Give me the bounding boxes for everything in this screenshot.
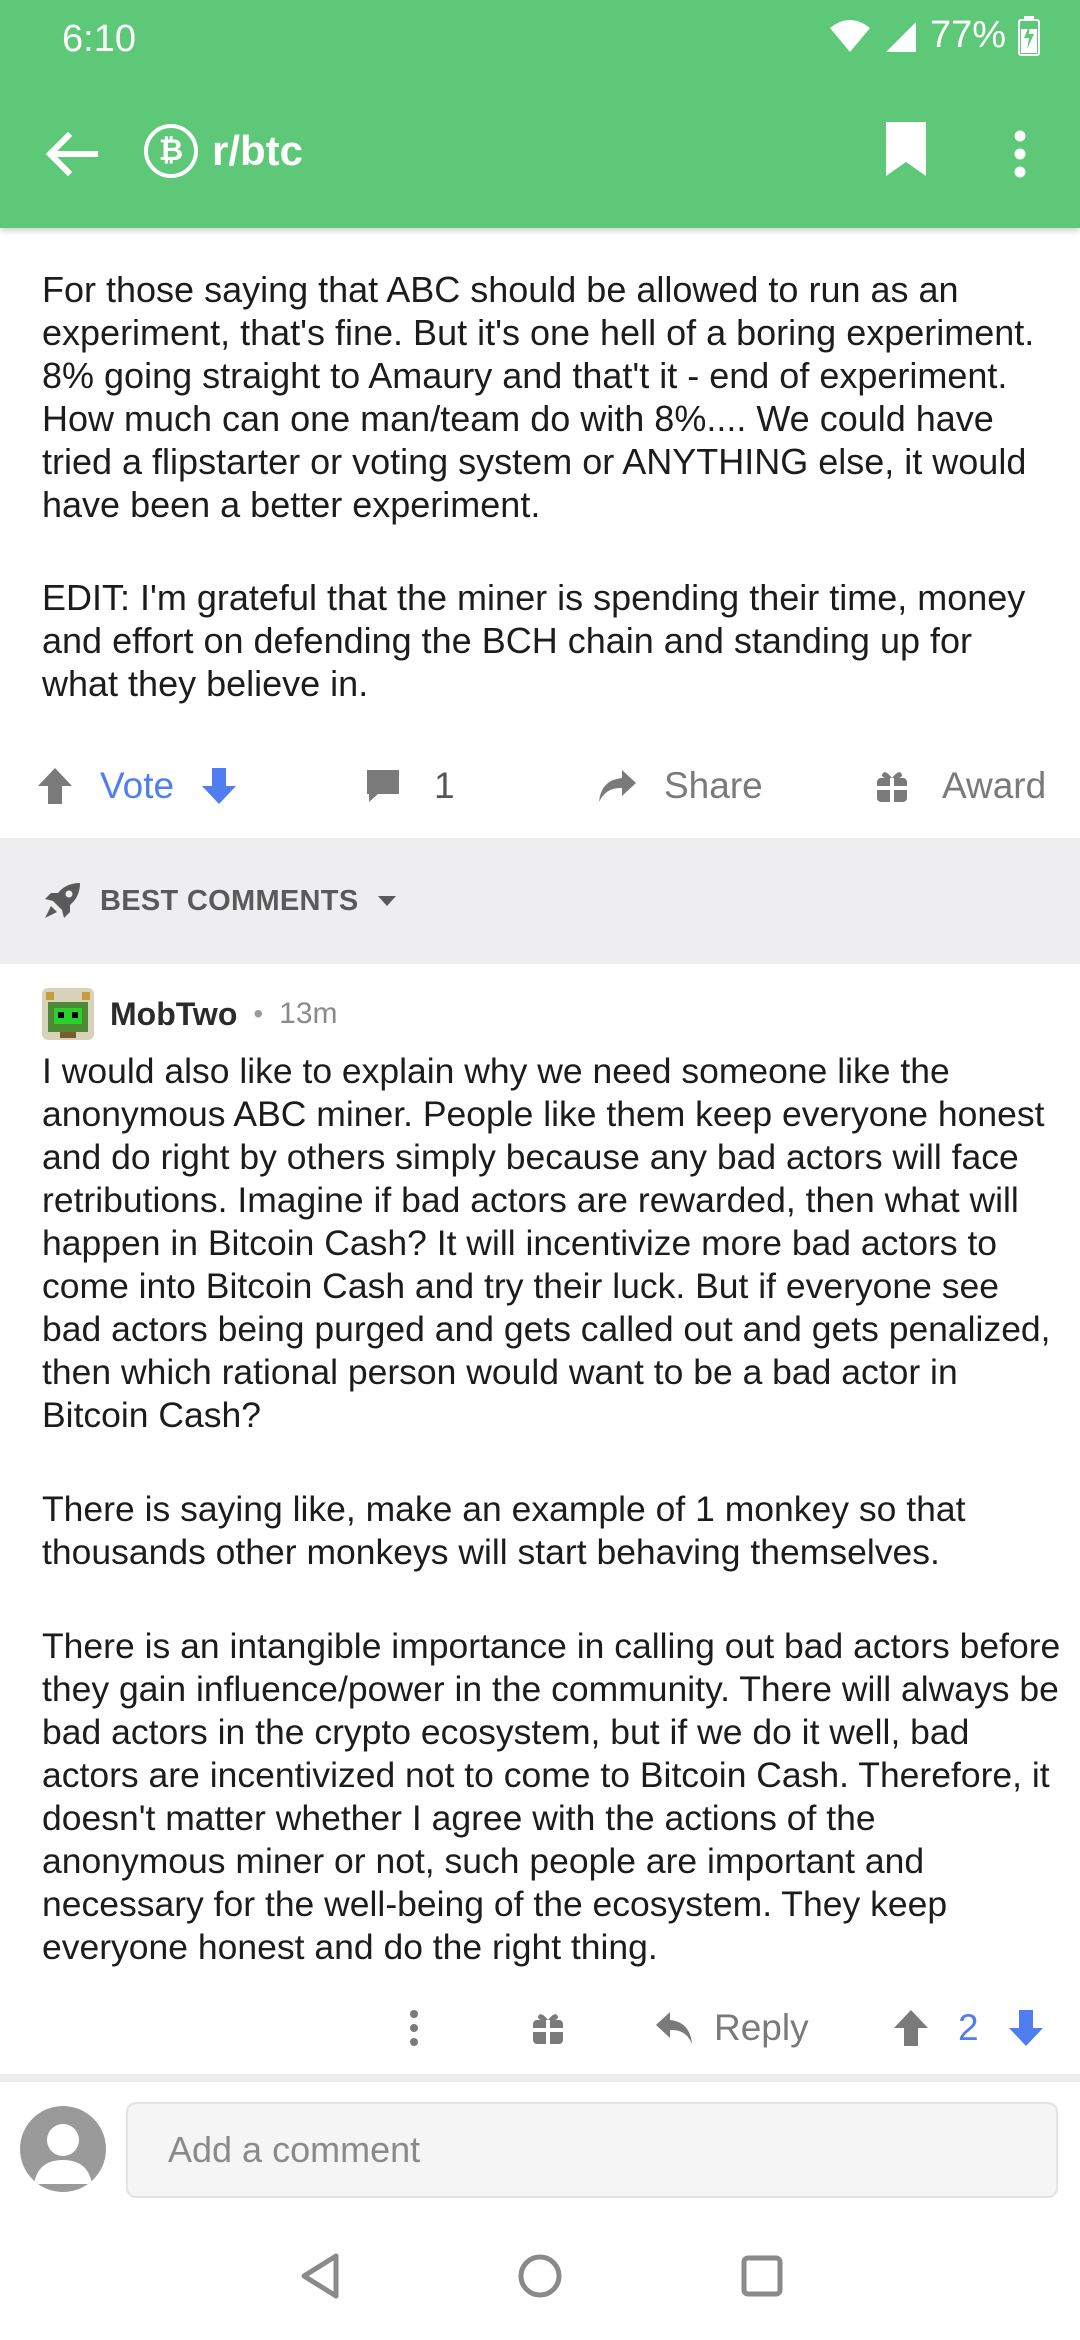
subreddit-header[interactable]: ₿ r/btc	[144, 124, 303, 178]
comment-more-button[interactable]	[408, 1983, 420, 2073]
nav-home-button[interactable]	[510, 2246, 570, 2306]
comments-count-button[interactable]: 1	[364, 748, 455, 824]
user-avatar[interactable]	[42, 988, 94, 1040]
comment-header: MobTwo • 13m	[42, 986, 338, 1042]
more-vertical-icon	[1014, 130, 1026, 178]
subreddit-name: r/btc	[212, 127, 304, 174]
square-recents-icon	[741, 2255, 783, 2297]
comment-award-button[interactable]	[530, 1983, 566, 2073]
comment-actions: Reply 2	[0, 1983, 1080, 2073]
reply-button[interactable]: Reply	[654, 1983, 809, 2073]
comments-count: 1	[434, 765, 455, 806]
rocket-icon	[45, 883, 80, 918]
comment-sort-selector[interactable]: BEST COMMENTS	[0, 838, 1080, 964]
signal-icon	[885, 21, 916, 52]
comment-composer: Add a comment	[0, 2082, 1080, 2212]
gift-icon	[877, 772, 907, 802]
gift-icon	[533, 2014, 563, 2044]
nav-back-button[interactable]	[290, 2246, 350, 2306]
share-button[interactable]: Share	[596, 748, 763, 824]
arrow-left-icon	[46, 132, 98, 176]
award-label: Award	[942, 765, 1047, 806]
comment-paragraph: There is an intangible importance in cal…	[42, 1626, 1061, 1967]
nav-recents-button[interactable]	[732, 2246, 792, 2306]
add-comment-input[interactable]: Add a comment	[126, 2102, 1058, 2198]
upvote-arrow-icon[interactable]	[36, 766, 74, 806]
comment-bubble-icon	[367, 770, 399, 802]
bitcoin-icon: ₿	[144, 124, 198, 178]
post-paragraph: For those saying that ABC should be allo…	[42, 269, 1035, 525]
upvote-arrow-icon[interactable]	[892, 2008, 930, 2048]
more-vertical-icon	[410, 2010, 418, 2046]
downvote-arrow-icon[interactable]	[200, 766, 238, 806]
downvote-arrow-icon[interactable]	[1007, 2008, 1045, 2048]
share-arrow-icon	[599, 770, 636, 802]
share-label: Share	[664, 765, 763, 806]
award-button[interactable]: Award	[874, 748, 1046, 824]
comment-paragraph: I would also like to explain why we need…	[42, 1051, 1051, 1435]
back-button[interactable]	[36, 118, 108, 190]
divider	[0, 2074, 1080, 2082]
circle-home-icon	[518, 2254, 562, 2298]
post-paragraph: EDIT: I'm grateful that the miner is spe…	[42, 577, 1026, 704]
comment-score: 2	[958, 2007, 979, 2048]
comment-username[interactable]: MobTwo	[110, 996, 237, 1033]
post-body: For those saying that ABC should be allo…	[42, 268, 1042, 755]
caret-down-icon	[378, 896, 397, 906]
current-user-avatar	[20, 2106, 106, 2192]
battery-charging-icon	[1018, 15, 1040, 56]
comment-body: I would also like to explain why we need…	[42, 1050, 1062, 2020]
avatar-image-icon	[42, 988, 94, 1040]
person-icon	[34, 2124, 92, 2184]
status-bar: 6:10 77%	[0, 0, 1080, 80]
vote-label: Vote	[100, 765, 175, 806]
comment-timestamp: 13m	[279, 997, 338, 1030]
reply-arrow-icon	[656, 2012, 692, 2044]
app-root: 6:10 77% ₿ r/btc For those saying that A…	[0, 0, 1080, 2340]
system-navigation-bar	[0, 2212, 1080, 2340]
post-actions: Vote 1 Share Award	[0, 748, 1080, 824]
wifi-icon	[829, 19, 870, 52]
add-comment-placeholder: Add a comment	[168, 2129, 421, 2170]
battery-percent: 77%	[929, 14, 1006, 56]
status-indicators: 77%	[828, 14, 1040, 57]
app-bar: ₿ r/btc	[0, 80, 1080, 228]
triangle-back-icon	[301, 2253, 339, 2299]
more-options-button[interactable]	[990, 120, 1050, 188]
vote-controls: Vote	[36, 748, 238, 824]
bookmark-button[interactable]	[882, 120, 942, 188]
comment-paragraph: There is saying like, make an example of…	[42, 1489, 966, 1572]
reply-label: Reply	[714, 2007, 809, 2048]
separator-dot: •	[253, 998, 264, 1029]
sort-label: BEST COMMENTS	[100, 884, 359, 917]
top-bar: 6:10 77% ₿ r/btc	[0, 0, 1080, 228]
status-time: 6:10	[62, 18, 136, 60]
bookmark-icon	[886, 122, 926, 176]
comment-vote-controls: 2	[892, 1983, 1045, 2073]
